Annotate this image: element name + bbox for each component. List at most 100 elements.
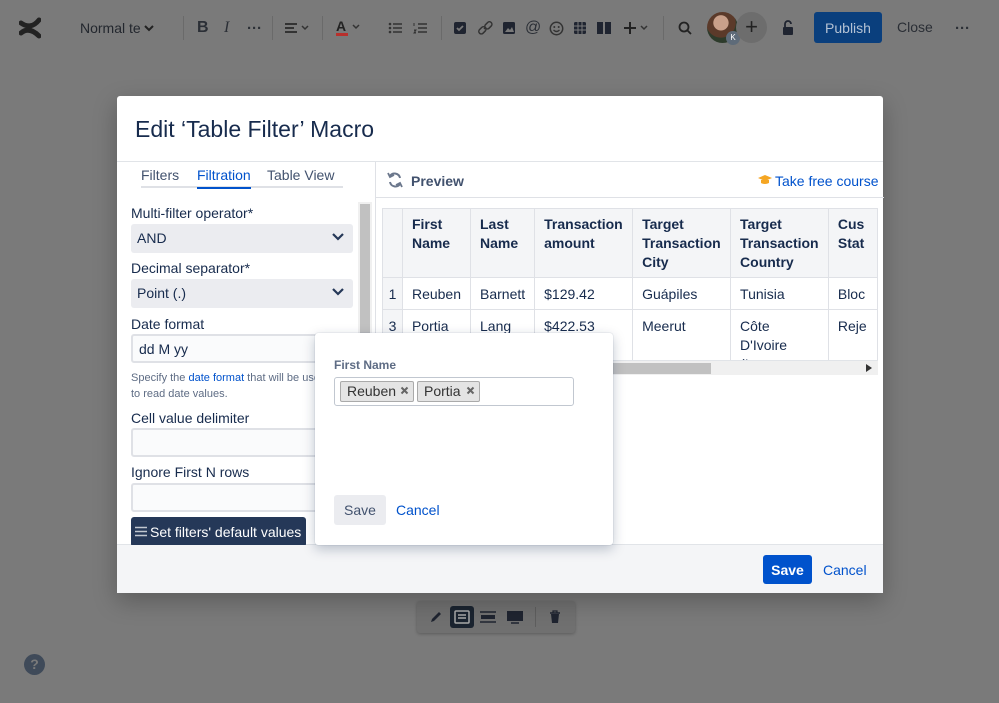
divider: [272, 16, 273, 40]
set-default-values-label: Set filters' default values: [150, 524, 302, 540]
table-cell: Meerut: [632, 309, 732, 360]
menu-icon: [135, 526, 147, 537]
scroll-right-arrow-icon[interactable]: [866, 364, 872, 372]
ignore-first-rows-label: Ignore First N rows: [131, 464, 250, 480]
decimal-separator-value: Point (.): [137, 285, 187, 301]
table-cell: Tunisia: [730, 277, 829, 310]
more-formatting-icon[interactable]: ···: [247, 14, 262, 42]
restrictions-icon[interactable]: [780, 14, 796, 42]
tab-filtration[interactable]: Filtration: [197, 167, 251, 189]
selected-value-chip[interactable]: Portia: [417, 381, 480, 402]
edit-pencil-icon[interactable]: [427, 608, 445, 626]
table-cell: Côte D'Ivoire (Ivory Coast): [730, 309, 829, 360]
multi-filter-operator-value: AND: [137, 230, 167, 246]
table-header-target-city[interactable]: Target Transaction City: [632, 208, 732, 278]
table-header-first-name[interactable]: First Name: [401, 208, 472, 278]
emoji-icon[interactable]: [549, 14, 564, 42]
chevron-down-icon: [332, 288, 344, 296]
publish-button[interactable]: Publish: [814, 12, 882, 43]
remove-chip-icon[interactable]: [466, 386, 475, 395]
table-icon[interactable]: [573, 14, 587, 42]
table-header-last-name[interactable]: Last Name: [469, 208, 536, 278]
cell-delimiter-label: Cell value delimiter: [131, 410, 250, 426]
table-cell: Barnett: [469, 277, 536, 310]
mention-icon[interactable]: @: [525, 14, 541, 42]
table-header-transaction-amount[interactable]: Transaction amount: [534, 208, 634, 278]
decimal-separator-select[interactable]: Point (.): [131, 279, 353, 308]
table-cell: Bloc: [827, 277, 878, 310]
dialog-title: Edit ‘Table Filter’ Macro: [135, 116, 375, 142]
graduation-cap-icon: [758, 175, 772, 184]
divider: [663, 16, 664, 40]
text-color-icon[interactable]: A: [336, 14, 362, 42]
chip-label: Portia: [424, 383, 461, 399]
table-header-target-country[interactable]: Target Transaction Country: [730, 208, 829, 278]
cancel-button[interactable]: Cancel: [823, 562, 867, 578]
multi-filter-operator-label: Multi-filter operator*: [131, 205, 254, 221]
decimal-separator-label: Decimal separator*: [131, 260, 251, 276]
table-cell: Reuben: [401, 277, 472, 310]
layout-full-width-icon[interactable]: [506, 608, 524, 626]
help-icon[interactable]: ?: [24, 654, 45, 675]
task-icon[interactable]: [453, 14, 467, 42]
table-row: 1 Reuben Barnett $129.42 Guápiles Tunisi…: [382, 277, 878, 310]
date-format-link[interactable]: date format: [188, 372, 244, 384]
settings-tabs: Filters Filtration Table View: [141, 162, 343, 189]
text-style-label: Normal te: [80, 20, 141, 36]
chip-label: Reuben: [347, 383, 397, 399]
insert-icon[interactable]: [624, 14, 650, 42]
image-icon[interactable]: [502, 14, 516, 42]
table-cell: $129.42: [534, 277, 634, 310]
table-cell: Reje: [827, 309, 878, 360]
confluence-logo-icon[interactable]: [19, 14, 41, 42]
layouts-icon[interactable]: [596, 14, 612, 42]
take-free-course-link[interactable]: Take free course: [775, 173, 879, 189]
default-values-popup: First Name Reuben Portia Save Cancel: [315, 333, 613, 545]
layout-center-icon[interactable]: [450, 606, 474, 628]
hint-prefix: Specify the: [131, 372, 189, 384]
table-header-customer-status[interactable]: Cus Stat: [827, 208, 878, 278]
first-name-multiselect[interactable]: Reuben Portia: [334, 377, 574, 406]
editor-toolbar: Normal te B I ··· A @ K + Publish Close …: [0, 0, 999, 56]
link-icon[interactable]: [477, 14, 493, 42]
table-cell: Guápiles: [632, 277, 732, 310]
date-format-hint: Specify the date format that will be use…: [131, 370, 331, 402]
popup-cancel-button[interactable]: Cancel: [396, 502, 440, 518]
layout-wide-icon[interactable]: [479, 608, 497, 626]
divider: [441, 16, 442, 40]
set-default-values-button[interactable]: Set filters' default values: [131, 517, 306, 546]
divider: [322, 16, 323, 40]
tab-filters[interactable]: Filters: [141, 167, 179, 183]
tab-table-view[interactable]: Table View: [267, 167, 334, 183]
svg-text:A: A: [336, 19, 346, 34]
chevron-down-icon: [143, 25, 154, 32]
table-cell: 1: [382, 277, 403, 310]
bold-icon[interactable]: B: [197, 14, 209, 42]
divider: [183, 16, 184, 40]
numbered-list-icon[interactable]: [413, 14, 427, 42]
bullet-list-icon[interactable]: [388, 14, 402, 42]
dialog-footer: Save Cancel: [117, 545, 883, 593]
table-header-row: First Name Last Name Transaction amount …: [382, 208, 878, 278]
italic-icon[interactable]: I: [224, 14, 229, 42]
align-icon[interactable]: [284, 14, 310, 42]
first-name-filter-label: First Name: [334, 358, 397, 372]
chevron-down-icon: [332, 233, 344, 241]
preview-title: Preview: [411, 173, 464, 189]
refresh-icon[interactable]: [386, 171, 404, 189]
text-style-dropdown[interactable]: Normal te: [80, 14, 154, 42]
delete-trash-icon[interactable]: [546, 608, 564, 626]
save-button[interactable]: Save: [763, 555, 812, 584]
more-options-icon[interactable]: ···: [955, 14, 970, 42]
preview-header: Preview Take free course: [376, 162, 884, 198]
date-format-label: Date format: [131, 316, 205, 332]
remove-chip-icon[interactable]: [400, 386, 409, 395]
multi-filter-operator-select[interactable]: AND: [131, 224, 353, 253]
close-button[interactable]: Close: [897, 19, 933, 35]
search-icon[interactable]: [678, 14, 692, 42]
table-scroll-thumb[interactable]: [607, 363, 711, 374]
popup-save-button[interactable]: Save: [334, 495, 386, 525]
selected-value-chip[interactable]: Reuben: [340, 381, 414, 402]
table-header-index: [382, 208, 403, 278]
add-collaborator-button[interactable]: +: [736, 12, 767, 43]
